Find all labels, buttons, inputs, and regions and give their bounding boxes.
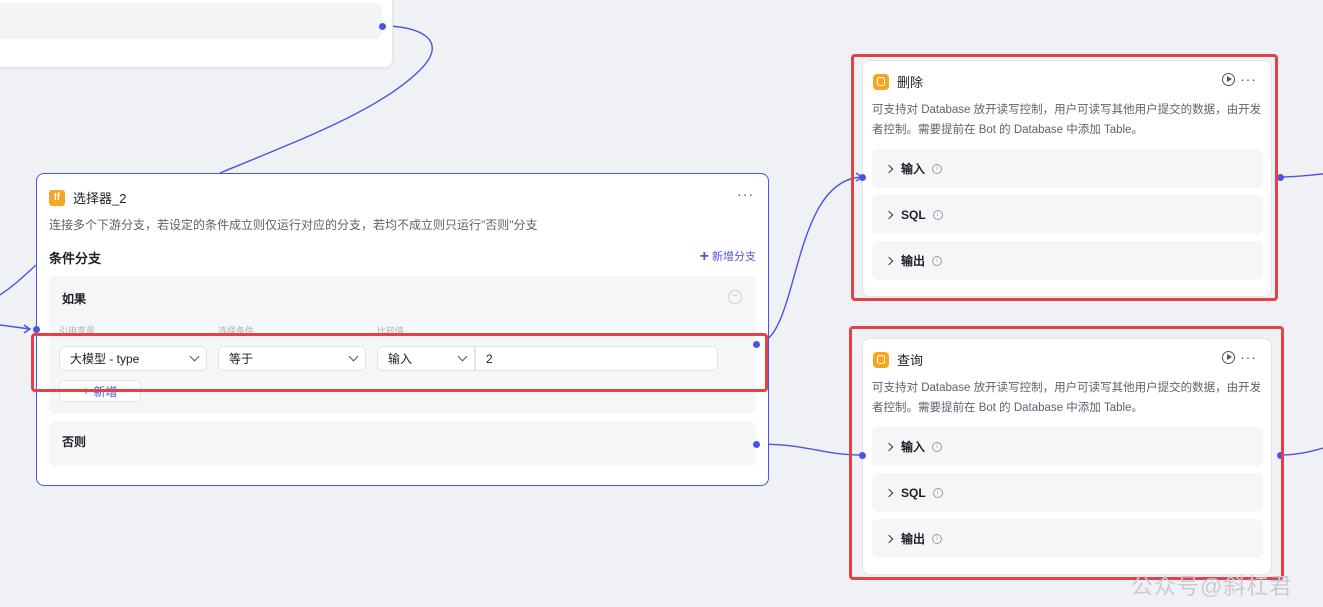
watermark: 公众号@斜杠君 — [1131, 574, 1293, 599]
selector-input-port[interactable] — [33, 326, 40, 333]
else-output-port[interactable] — [753, 441, 760, 448]
selector-title: 选择器_2 — [73, 191, 127, 206]
remove-branch-icon[interactable]: − — [728, 290, 742, 304]
delete-output-port[interactable] — [1277, 174, 1284, 181]
else-branch-title: 否则 — [62, 435, 87, 449]
add-branch-label: 新增分支 — [712, 251, 756, 263]
delete-node-highlight — [851, 54, 1278, 301]
upstream-output-port[interactable] — [379, 23, 386, 30]
plus-icon: + — [699, 247, 709, 265]
selector-node[interactable]: If 选择器_2 ··· 连接多个下游分支，若设定的条件成立则仅运行对应的分支，… — [36, 173, 769, 486]
selector-header: If 选择器_2 — [49, 188, 126, 207]
more-icon[interactable]: ··· — [737, 186, 754, 202]
add-branch-button[interactable]: + 新增分支 — [700, 248, 756, 264]
else-branch-panel: 否则 — [49, 421, 756, 466]
condition-row-highlight — [31, 333, 768, 392]
if-icon: If — [49, 189, 65, 206]
branch-section-title: 条件分支 — [49, 251, 102, 266]
upstream-node[interactable] — [0, 0, 393, 68]
selector-description: 连接多个下游分支，若设定的条件成立则仅运行对应的分支，若均不成立则只运行"否则"… — [49, 218, 538, 232]
if-branch-title: 如果 — [62, 292, 87, 306]
upstream-node-body — [0, 3, 382, 39]
query-node-highlight — [849, 326, 1284, 580]
